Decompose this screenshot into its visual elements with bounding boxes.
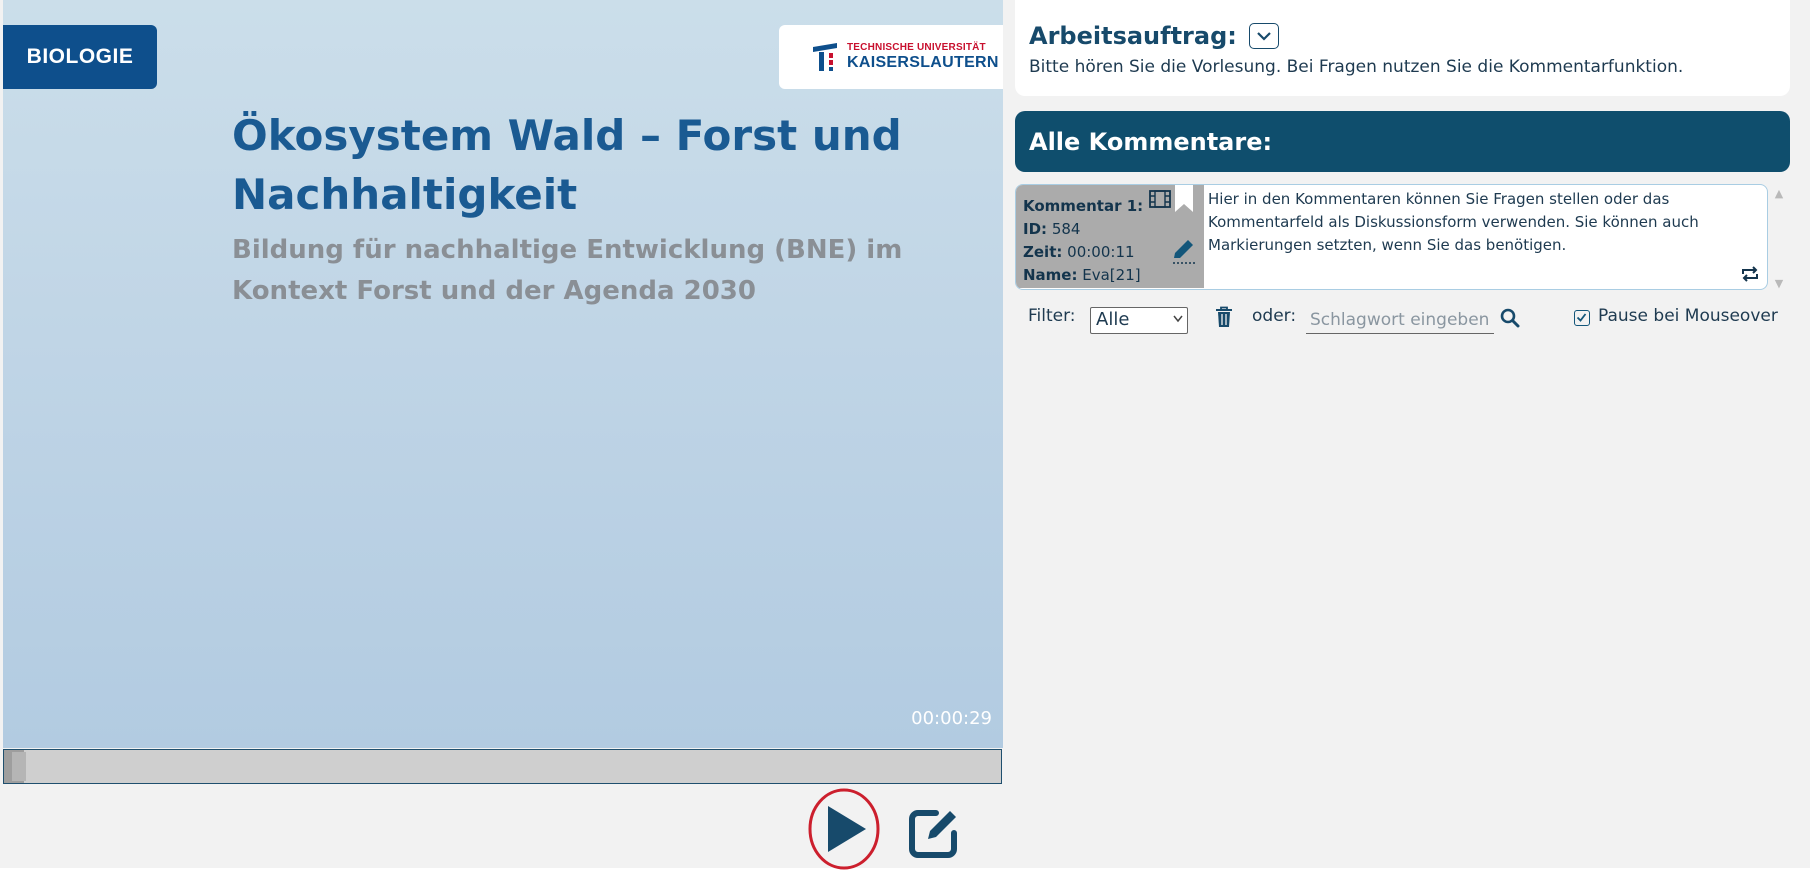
task-box: Arbeitsauftrag: Bitte hören Sie die Vorl… <box>1015 0 1790 96</box>
comment-id-label: ID: <box>1023 220 1048 238</box>
university-name-line1: TECHNISCHE UNIVERSITÄT <box>847 42 986 53</box>
comment-name-label: Name: <box>1023 266 1078 284</box>
chevron-down-icon <box>1257 31 1271 41</box>
university-logo: TECHNISCHE UNIVERSITÄT KAISERSLAUTERN <box>779 25 1003 89</box>
filter-selected-value: Alle <box>1096 309 1130 330</box>
slide-title: Ökosystem Wald – Forst und Nachhaltigkei… <box>232 111 902 219</box>
subject-badge: BIOLOGIE <box>3 25 157 89</box>
comment-time-label: Zeit: <box>1023 243 1063 261</box>
or-label: oder: <box>1252 306 1297 326</box>
comment-card[interactable]: Kommentar 1: ID: 584 Zeit: 00:00:11 Name… <box>1015 184 1768 290</box>
video-progress-bar[interactable] <box>3 749 1002 784</box>
chevron-down-icon <box>1173 315 1183 323</box>
video-timestamp: 00:00:29 <box>911 708 992 729</box>
university-name-line2: KAISERSLAUTERN <box>847 54 999 71</box>
task-heading: Arbeitsauftrag: <box>1029 22 1237 50</box>
repeat-icon[interactable] <box>1739 265 1761 283</box>
pause-on-mouseover-label: Pause bei Mouseover <box>1598 306 1778 326</box>
search-icon[interactable] <box>1500 308 1520 328</box>
comments-header: Alle Kommentare: <box>1015 111 1790 172</box>
comment-time: 00:00:11 <box>1067 243 1135 261</box>
comment-meta: Kommentar 1: ID: 584 Zeit: 00:00:11 Name… <box>1016 185 1204 288</box>
filter-select[interactable]: Alle <box>1090 307 1188 334</box>
play-button[interactable] <box>808 788 880 870</box>
comment-author: Eva[21] <box>1082 266 1141 284</box>
edit-icon <box>909 810 957 858</box>
annotate-button[interactable] <box>906 805 962 861</box>
video-player[interactable]: BIOLOGIE TECHNISCHE UNIVERSITÄT KAISERSL… <box>3 0 1003 748</box>
check-icon <box>1576 313 1587 322</box>
progress-handle[interactable] <box>12 752 26 781</box>
film-icon[interactable] <box>1149 190 1171 208</box>
task-description: Bitte hören Sie die Vorlesung. Bei Frage… <box>1029 57 1684 77</box>
comment-text: Hier in den Kommentaren können Sie Frage… <box>1208 190 1699 254</box>
university-logo-icon <box>813 43 837 71</box>
filter-label: Filter: <box>1028 306 1076 326</box>
play-icon <box>808 788 880 870</box>
slide-subtitle: Bildung für nachhaltige Entwicklung (BNE… <box>232 235 903 306</box>
pause-on-mouseover-checkbox[interactable] <box>1574 310 1590 326</box>
bookmark-icon[interactable] <box>1174 185 1194 213</box>
filter-bar: Filter: Alle oder: Pause bei Mouseover <box>1028 302 1788 336</box>
trash-icon[interactable] <box>1215 306 1233 328</box>
comments-scroll-up[interactable]: ▲ <box>1773 188 1785 200</box>
pencil-icon[interactable] <box>1171 237 1199 265</box>
comment-id: 584 <box>1051 220 1081 238</box>
comment-title: Kommentar 1: <box>1023 197 1144 215</box>
comments-scroll-down[interactable]: ▼ <box>1773 278 1785 290</box>
task-toggle-button[interactable] <box>1248 23 1279 49</box>
keyword-search-input[interactable] <box>1306 307 1494 334</box>
